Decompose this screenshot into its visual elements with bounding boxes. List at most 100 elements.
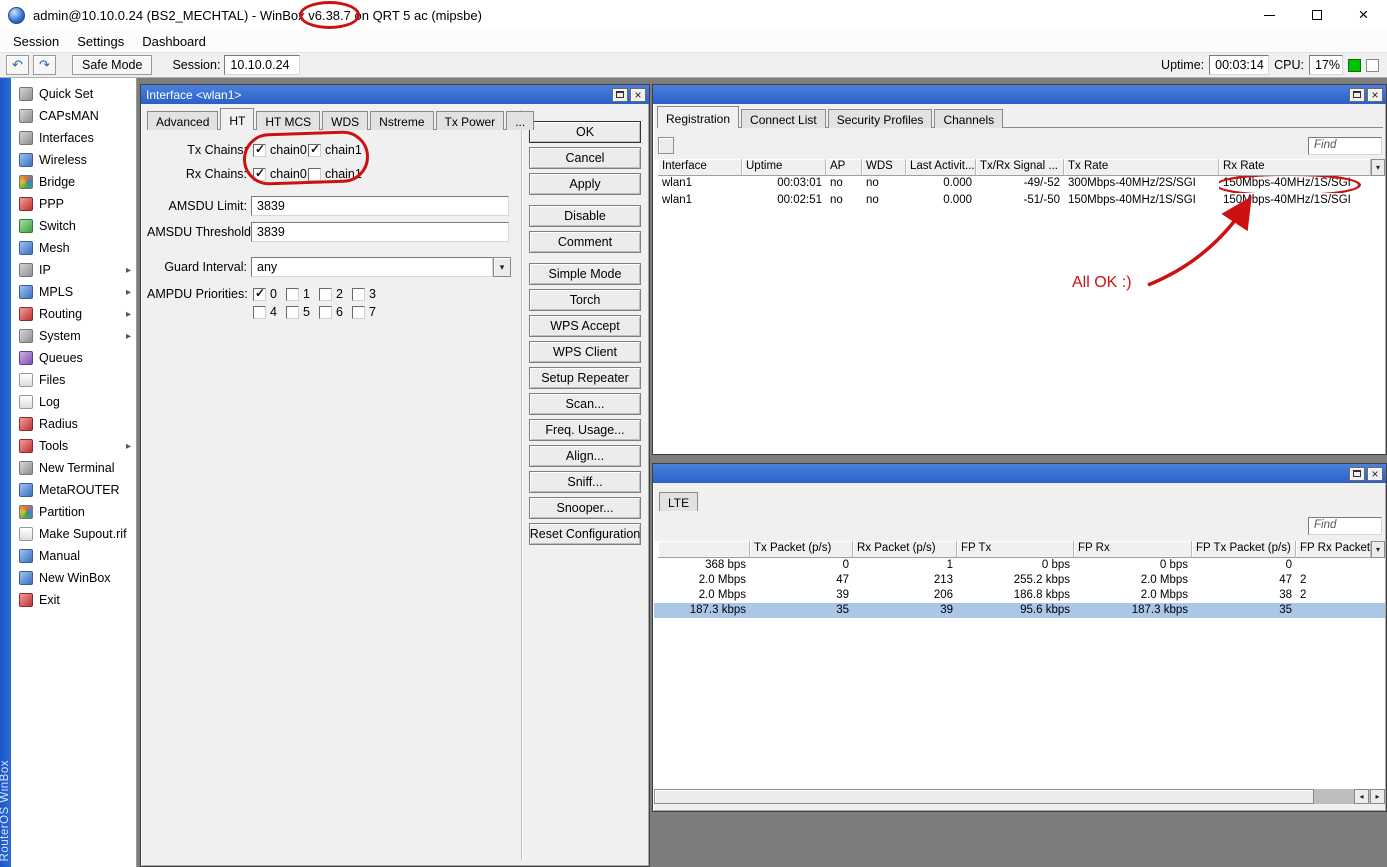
safe-mode-button[interactable]: Safe Mode — [72, 55, 153, 75]
horizontal-scrollbar-thumb[interactable] — [654, 789, 1314, 804]
wps-client-button[interactable]: WPS Client — [529, 341, 641, 363]
registration-row[interactable]: wlan1 00:02:51 no no 0.000 -51/-50 150Mb… — [654, 193, 1385, 210]
lte-close-button[interactable] — [1367, 466, 1383, 481]
setup-repeater-button[interactable]: Setup Repeater — [529, 367, 641, 389]
lte-row-selected[interactable]: 187.3 kbps 35 39 95.6 kbps 187.3 kbps 35 — [654, 603, 1385, 618]
tab-connect-list[interactable]: Connect List — [741, 109, 826, 128]
tab-lte[interactable]: LTE — [659, 492, 699, 511]
redo-button[interactable] — [33, 55, 56, 75]
column-header-tx-rate[interactable]: Tx Rate — [1064, 159, 1219, 176]
tab-security-profiles[interactable]: Security Profiles — [827, 109, 933, 128]
column-header-last-activity[interactable]: Last Activit... — [906, 159, 976, 176]
sidebar-item-partition[interactable]: Partition — [11, 501, 136, 523]
lte-window-titlebar[interactable] — [653, 464, 1386, 483]
ampdu-4-checkbox[interactable] — [253, 306, 266, 319]
disable-button[interactable]: Disable — [529, 205, 641, 227]
column-header-rx-rate[interactable]: Rx Rate — [1219, 159, 1371, 176]
guard-interval-select[interactable]: any — [251, 257, 493, 277]
sidebar-item-mpls[interactable]: MPLS — [11, 281, 136, 303]
ampdu-2-checkbox[interactable] — [319, 288, 332, 301]
freq-usage-button[interactable]: Freq. Usage... — [529, 419, 641, 441]
column-header-fp-rx[interactable]: FP Rx — [1074, 541, 1192, 558]
ok-button[interactable]: OK — [529, 121, 641, 143]
column-header-tx-rx-signal[interactable]: Tx/Rx Signal ... — [976, 159, 1064, 176]
column-sort-dropdown-button[interactable] — [1371, 541, 1385, 558]
sidebar-item-manual[interactable]: Manual — [11, 545, 136, 567]
wps-accept-button[interactable]: WPS Accept — [529, 315, 641, 337]
sidebar-item-queues[interactable]: Queues — [11, 347, 136, 369]
sidebar-item-log[interactable]: Log — [11, 391, 136, 413]
menu-session[interactable]: Session — [4, 32, 68, 51]
registration-row[interactable]: wlan1 00:03:01 no no 0.000 -49/-52 300Mb… — [654, 176, 1385, 193]
sidebar-item-make-supout[interactable]: Make Supout.rif — [11, 523, 136, 545]
column-header-wds[interactable]: WDS — [862, 159, 906, 176]
reset-configuration-button[interactable]: Reset Configuration — [529, 523, 641, 545]
sidebar-item-wireless[interactable]: Wireless — [11, 149, 136, 171]
lte-row[interactable]: 368 bps 0 1 0 bps 0 bps 0 — [654, 558, 1385, 573]
ampdu-6-checkbox[interactable] — [319, 306, 332, 319]
lte-row[interactable]: 2.0 Mbps 47 213 255.2 kbps 2.0 Mbps 47 2 — [654, 573, 1385, 588]
ampdu-3-checkbox[interactable] — [352, 288, 365, 301]
tab-registration[interactable]: Registration — [657, 106, 740, 128]
registration-restore-button[interactable] — [1349, 87, 1365, 102]
column-header-fp-tx[interactable]: FP Tx — [957, 541, 1074, 558]
registration-window-titlebar[interactable] — [653, 85, 1386, 104]
torch-button[interactable]: Torch — [529, 289, 641, 311]
column-header-ap[interactable]: AP — [826, 159, 862, 176]
menu-settings[interactable]: Settings — [68, 32, 133, 51]
ampdu-1-checkbox[interactable] — [286, 288, 299, 301]
simple-mode-button[interactable]: Simple Mode — [529, 263, 641, 285]
column-header-fp-tx-packet[interactable]: FP Tx Packet (p/s) — [1192, 541, 1296, 558]
sidebar-item-capsman[interactable]: CAPsMAN — [11, 105, 136, 127]
find-input[interactable]: Find — [1308, 517, 1382, 535]
guard-interval-dropdown-button[interactable] — [493, 257, 511, 277]
maximize-button[interactable] — [1293, 0, 1340, 30]
sniff-button[interactable]: Sniff... — [529, 471, 641, 493]
snooper-button[interactable]: Snooper... — [529, 497, 641, 519]
sidebar-item-system[interactable]: System — [11, 325, 136, 347]
scroll-right-button[interactable] — [1370, 789, 1385, 804]
sidebar-item-files[interactable]: Files — [11, 369, 136, 391]
sidebar-item-mesh[interactable]: Mesh — [11, 237, 136, 259]
remove-button[interactable] — [658, 137, 674, 154]
lte-row[interactable]: 2.0 Mbps 39 206 186.8 kbps 2.0 Mbps 38 2 — [654, 588, 1385, 603]
rx-chain1-checkbox[interactable] — [308, 168, 321, 181]
tx-chain1-checkbox[interactable] — [308, 142, 321, 157]
dialog-titlebar[interactable]: Interface <wlan1> — [141, 85, 649, 104]
sidebar-item-ppp[interactable]: PPP — [11, 193, 136, 215]
sidebar-item-radius[interactable]: Radius — [11, 413, 136, 435]
sidebar-item-bridge[interactable]: Bridge — [11, 171, 136, 193]
column-header-tx-packet[interactable]: Tx Packet (p/s) — [750, 541, 853, 558]
tx-chain0-checkbox[interactable] — [253, 142, 266, 157]
tab-tx-power[interactable]: Tx Power — [435, 111, 505, 130]
cancel-button[interactable]: Cancel — [529, 147, 641, 169]
tab-ht-mcs[interactable]: HT MCS — [256, 111, 321, 130]
sidebar-item-quick-set[interactable]: Quick Set — [11, 83, 136, 105]
menu-dashboard[interactable]: Dashboard — [133, 32, 215, 51]
ampdu-7-checkbox[interactable] — [352, 306, 365, 319]
sidebar-item-new-winbox[interactable]: New WinBox — [11, 567, 136, 589]
sidebar-item-new-terminal[interactable]: New Terminal — [11, 457, 136, 479]
column-header-rx-packet[interactable]: Rx Packet (p/s) — [853, 541, 957, 558]
minimize-button[interactable] — [1246, 0, 1293, 30]
sidebar-item-exit[interactable]: Exit — [11, 589, 136, 611]
sidebar-item-metarouter[interactable]: MetaROUTER — [11, 479, 136, 501]
column-header-uptime[interactable]: Uptime — [742, 159, 826, 176]
ampdu-5-checkbox[interactable] — [286, 306, 299, 319]
tab-wds[interactable]: WDS — [322, 111, 369, 130]
tab-advanced[interactable]: Advanced — [147, 111, 219, 130]
registration-close-button[interactable] — [1367, 87, 1383, 102]
rx-chain0-checkbox[interactable] — [253, 166, 266, 181]
undo-button[interactable] — [6, 55, 29, 75]
comment-button[interactable]: Comment — [529, 231, 641, 253]
tab-more[interactable]: ... — [506, 111, 535, 130]
dialog-close-button[interactable] — [630, 87, 646, 102]
sidebar-item-interfaces[interactable]: Interfaces — [11, 127, 136, 149]
scroll-left-button[interactable] — [1354, 789, 1369, 804]
column-header-interface[interactable]: Interface — [658, 159, 742, 176]
lte-restore-button[interactable] — [1349, 466, 1365, 481]
find-input[interactable]: Find — [1308, 137, 1382, 155]
sidebar-item-tools[interactable]: Tools — [11, 435, 136, 457]
scan-button[interactable]: Scan... — [529, 393, 641, 415]
apply-button[interactable]: Apply — [529, 173, 641, 195]
